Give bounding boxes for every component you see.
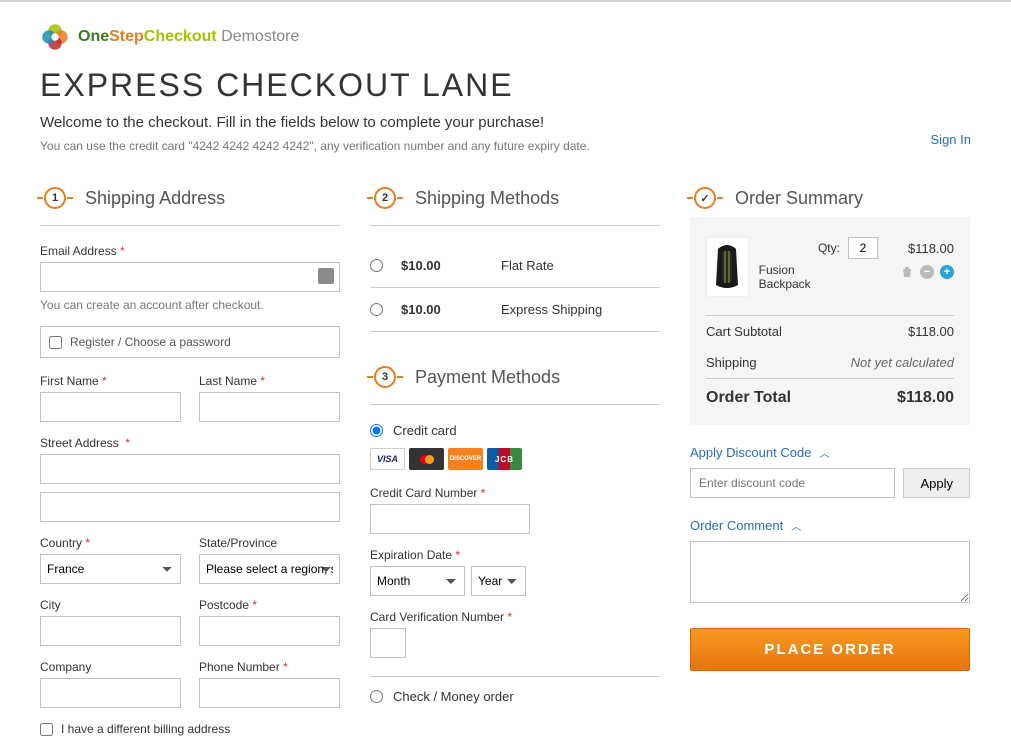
order-summary-box: Fusion Backpack Qty: $118.00 − +: [690, 217, 970, 425]
payment-divider: [370, 676, 660, 677]
comment-field[interactable]: [690, 541, 970, 603]
register-label: Register / Choose a password: [70, 335, 231, 349]
country-select[interactable]: France: [40, 554, 181, 584]
ship-option-flat[interactable]: $10.00 Flat Rate: [370, 244, 660, 288]
email-field[interactable]: [40, 262, 340, 292]
step-1-badge: 1: [40, 183, 70, 213]
ship-price-express: $10.00: [401, 302, 501, 317]
exp-label: Expiration Date *: [370, 548, 660, 562]
cc-number-label: Credit Card Number *: [370, 486, 660, 500]
step-2-badge: 2: [370, 183, 400, 213]
item-price: $118.00: [908, 241, 954, 256]
ship-radio-express[interactable]: [370, 303, 383, 316]
check-radio[interactable]: [370, 690, 383, 703]
street-field-2[interactable]: [40, 492, 340, 522]
check-label: Check / Money order: [393, 689, 514, 704]
logo-text: OneStepCheckout Demostore: [78, 28, 299, 46]
payment-option-check[interactable]: Check / Money order: [370, 689, 660, 704]
signin-link[interactable]: Sign In: [931, 132, 971, 147]
item-name: Fusion Backpack: [759, 237, 818, 297]
qty-label: Qty:: [818, 241, 840, 255]
ship-label-flat: Flat Rate: [501, 258, 554, 273]
comment-toggle[interactable]: Order Comment ︿: [690, 518, 970, 533]
cart-item: Fusion Backpack Qty: $118.00 − +: [706, 237, 954, 297]
phone-field[interactable]: [199, 678, 340, 708]
logo-icon: [40, 22, 70, 52]
trash-icon[interactable]: [900, 265, 914, 279]
subtotal-row: Cart Subtotal $118.00: [706, 315, 954, 347]
phone-label: Phone Number *: [199, 660, 340, 674]
ship-price-flat: $10.00: [401, 258, 501, 273]
discount-toggle[interactable]: Apply Discount Code ︿: [690, 445, 970, 460]
item-image: [706, 237, 749, 297]
company-field[interactable]: [40, 678, 181, 708]
last-name-field[interactable]: [199, 392, 340, 422]
shipping-address-section: 1 Shipping Address Email Address * You c…: [40, 183, 340, 736]
diff-billing-row[interactable]: I have a different billing address: [40, 722, 340, 736]
state-select[interactable]: Please select a region, state or provinc…: [199, 554, 340, 584]
first-name-field[interactable]: [40, 392, 181, 422]
hint-text: You can use the credit card "4242 4242 4…: [40, 139, 971, 153]
postcode-label: Postcode *: [199, 598, 340, 612]
payment-title: Payment Methods: [415, 367, 560, 388]
apply-button[interactable]: Apply: [903, 468, 970, 498]
state-label: State/Province: [199, 536, 340, 550]
card-logos: VISA DISCOVER JCB: [370, 448, 660, 470]
order-total-row: Order Total $118.00: [706, 378, 954, 415]
summary-title: Order Summary: [735, 188, 863, 209]
diff-billing-label: I have a different billing address: [61, 722, 230, 736]
jcb-icon: JCB: [487, 448, 522, 470]
first-name-label: First Name *: [40, 374, 181, 388]
email-label: Email Address *: [40, 244, 340, 258]
diff-billing-checkbox[interactable]: [40, 723, 53, 736]
step-3-badge: 3: [370, 362, 400, 392]
summary-badge: ✓: [690, 183, 720, 213]
welcome-text: Welcome to the checkout. Fill in the fie…: [40, 114, 971, 131]
shipping-methods-title: Shipping Methods: [415, 188, 559, 209]
qty-input[interactable]: [848, 237, 878, 259]
street-field-1[interactable]: [40, 454, 340, 484]
cc-radio[interactable]: [370, 424, 383, 437]
autofill-icon: [318, 268, 334, 284]
discount-input[interactable]: [690, 468, 895, 498]
payment-option-cc[interactable]: Credit card: [370, 423, 660, 438]
register-toggle[interactable]: Register / Choose a password: [40, 326, 340, 358]
cvn-label: Card Verification Number *: [370, 610, 660, 624]
payment-methods-section: 3 Payment Methods Credit card VISA DISCO…: [370, 362, 660, 704]
chevron-up-icon: ︿: [791, 518, 801, 533]
cc-number-field[interactable]: [370, 504, 530, 534]
minus-icon[interactable]: −: [920, 265, 934, 279]
site-header: OneStepCheckout Demostore: [40, 22, 971, 52]
shipping-row: Shipping Not yet calculated: [706, 347, 954, 378]
cvn-field[interactable]: [370, 628, 406, 658]
country-label: Country *: [40, 536, 181, 550]
place-order-button[interactable]: PLACE ORDER: [690, 628, 970, 671]
mastercard-icon: [409, 448, 444, 470]
shipping-methods-section: 2 Shipping Methods $10.00 Flat Rate $10.…: [370, 183, 660, 332]
shipping-address-title: Shipping Address: [85, 188, 225, 209]
visa-icon: VISA: [370, 448, 405, 470]
page-title: EXPRESS CHECKOUT LANE: [40, 67, 971, 104]
email-hint: You can create an account after checkout…: [40, 298, 340, 312]
last-name-label: Last Name *: [199, 374, 340, 388]
ship-radio-flat[interactable]: [370, 259, 383, 272]
ship-label-express: Express Shipping: [501, 302, 602, 317]
chevron-up-icon: ︿: [819, 445, 829, 460]
plus-icon[interactable]: +: [940, 265, 954, 279]
city-field[interactable]: [40, 616, 181, 646]
register-checkbox[interactable]: [49, 336, 62, 349]
ship-option-express[interactable]: $10.00 Express Shipping: [370, 288, 660, 332]
cc-label: Credit card: [393, 423, 457, 438]
exp-month-select[interactable]: Month: [370, 566, 465, 596]
discover-icon: DISCOVER: [448, 448, 483, 470]
company-label: Company: [40, 660, 181, 674]
exp-year-select[interactable]: Year: [471, 566, 526, 596]
city-label: City: [40, 598, 181, 612]
street-label: Street Address *: [40, 436, 340, 450]
postcode-field[interactable]: [199, 616, 340, 646]
